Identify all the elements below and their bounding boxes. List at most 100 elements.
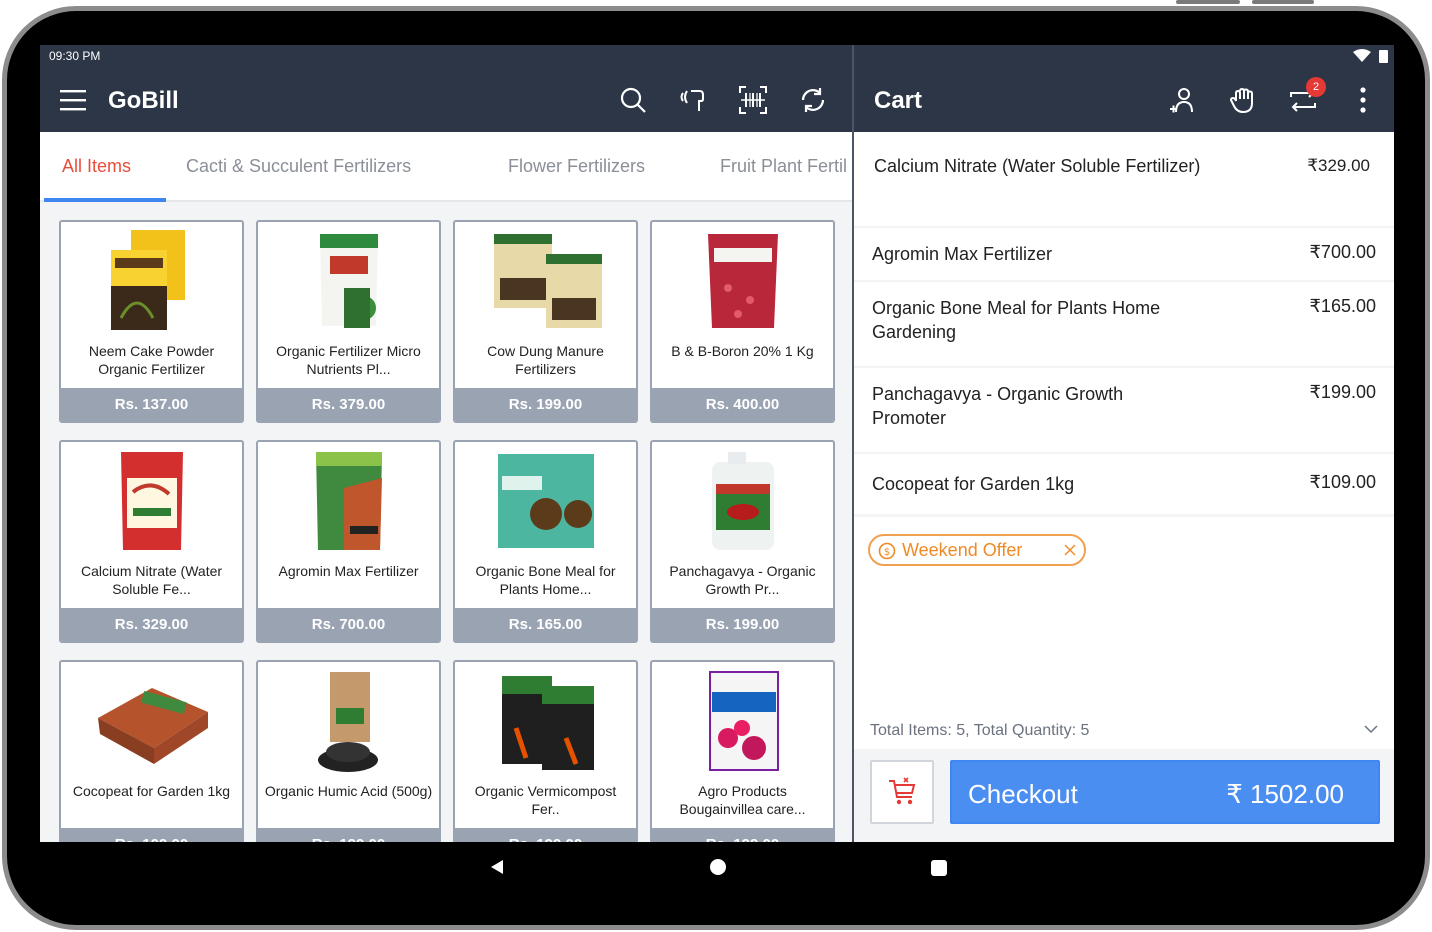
status-time: 09:30 PM <box>49 49 101 63</box>
svg-text:$: $ <box>884 547 890 558</box>
product-price: Rs. 165.00 <box>455 608 636 641</box>
checkout-amount: ₹ 1502.00 <box>1226 779 1344 809</box>
clear-cart-button[interactable] <box>870 760 934 824</box>
product-price: Rs. 137.00 <box>61 388 242 421</box>
cart-item-name: Agromin Max Fertilizer <box>872 244 1053 264</box>
product-price: Rs. 379.00 <box>258 388 439 421</box>
back-icon[interactable] <box>490 859 504 875</box>
hand-icon <box>1229 87 1253 114</box>
product-price: Rs. 199.00 <box>652 828 833 842</box>
home-icon[interactable] <box>709 858 727 876</box>
cart-item-price: ₹165.00 <box>1309 296 1376 316</box>
product-price: Rs. 199.00 <box>455 828 636 842</box>
menu-icon[interactable] <box>60 89 88 111</box>
product-price: Rs. 199.00 <box>652 608 833 641</box>
product-card[interactable]: Agromin Max Fertilizer Rs. 700.00 <box>256 440 441 643</box>
barcode-scan-button[interactable] <box>738 85 768 115</box>
tab-cacti-succulent[interactable]: Cacti & Succulent Fertilizers <box>186 156 411 177</box>
product-price: Rs. 329.00 <box>61 608 242 641</box>
product-name: Cocopeat for Garden 1kg <box>72 783 231 799</box>
close-icon[interactable] <box>1064 544 1076 556</box>
product-name: Agromin Max Fertilizer <box>278 563 419 579</box>
recents-icon[interactable] <box>930 859 948 877</box>
held-orders-badge: 2 <box>1306 77 1326 97</box>
product-image <box>455 666 636 774</box>
checkout-label: Checkout <box>968 779 1078 809</box>
cart-panel: Calcium Nitrate (Water Soluble Fertilize… <box>854 132 1394 842</box>
device-button <box>1252 0 1314 4</box>
product-image <box>652 666 833 774</box>
product-card[interactable]: Agro Products Bougainvillea care... Rs. … <box>650 660 835 842</box>
product-card[interactable]: Calcium Nitrate (Water Soluble Fe... Rs.… <box>59 440 244 643</box>
active-tab-indicator <box>44 198 166 202</box>
search-button[interactable] <box>618 85 648 115</box>
held-orders-button[interactable]: 2 <box>1288 77 1326 115</box>
product-card[interactable]: Organic Vermicompost Fer.. Rs. 199.00 <box>453 660 638 842</box>
cart-item-name: Organic Bone Meal for Plants Home Garden… <box>872 298 1161 342</box>
tab-all-items[interactable]: All Items <box>62 156 131 177</box>
offer-chip[interactable]: $ Weekend Offer <box>868 534 1086 566</box>
product-image <box>652 446 833 554</box>
product-card[interactable]: Organic Humic Acid (500g) Rs. 199.00 <box>256 660 441 842</box>
barcode-scan-icon <box>739 86 767 114</box>
navigation-bar <box>40 842 1394 892</box>
product-image <box>455 226 636 334</box>
offer-label: Weekend Offer <box>902 540 1023 560</box>
voice-search-button[interactable] <box>678 85 708 115</box>
product-card[interactable]: Cow Dung Manure Fertilizers Rs. 199.00 <box>453 220 638 423</box>
more-options-button[interactable] <box>1348 85 1378 115</box>
product-card[interactable]: Panchagavya - Organic Growth Pr... Rs. 1… <box>650 440 835 643</box>
cart-item[interactable]: Calcium Nitrate (Water Soluble Fertilize… <box>854 132 1394 226</box>
product-card[interactable]: Cocopeat for Garden 1kg Rs. 109.00 <box>59 660 244 842</box>
product-price: Rs. 199.00 <box>258 828 439 842</box>
cart-item-name: Cocopeat for Garden 1kg <box>872 474 1075 494</box>
add-customer-button[interactable] <box>1168 85 1198 115</box>
product-price: Rs. 199.00 <box>455 388 636 421</box>
product-price: Rs. 400.00 <box>652 388 833 421</box>
product-name: Organic Humic Acid (500g) <box>264 783 433 799</box>
product-image <box>258 446 439 554</box>
product-name: Agro Products Bougainvillea care... <box>679 783 806 817</box>
cart-item-price: ₹199.00 <box>1309 382 1376 402</box>
voice-command-icon <box>680 90 704 111</box>
product-image <box>455 446 636 554</box>
product-image <box>61 226 242 334</box>
refresh-button[interactable] <box>798 85 828 115</box>
cart-item[interactable]: Cocopeat for Garden 1kg ₹109.00 <box>854 454 1394 514</box>
chevron-down-icon[interactable] <box>1364 724 1378 734</box>
product-price: Rs. 700.00 <box>258 608 439 641</box>
product-card[interactable]: B & B-Boron 20% 1 Kg Rs. 400.00 <box>650 220 835 423</box>
product-price: Rs. 109.00 <box>61 828 242 842</box>
product-name: Calcium Nitrate (Water Soluble Fe... <box>80 563 223 597</box>
tab-fruit-plant[interactable]: Fruit Plant Fertil <box>720 156 847 177</box>
battery-icon <box>1379 50 1388 63</box>
cart-item-price: ₹329.00 <box>1307 156 1370 175</box>
wifi-icon <box>1353 49 1371 62</box>
product-image <box>61 666 242 774</box>
product-card[interactable]: Neem Cake Powder Organic Fertilizer Rs. … <box>59 220 244 423</box>
cart-item[interactable]: Panchagavya - Organic Growth Promoter ₹1… <box>854 368 1394 452</box>
cart-title: Cart <box>874 87 923 114</box>
product-name: Organic Vermicompost Fer.. <box>474 783 617 817</box>
cart-item[interactable]: Organic Bone Meal for Plants Home Garden… <box>854 282 1394 366</box>
cart-app-bar: Cart 2 <box>854 67 1394 132</box>
screen: 09:30 PM GoBill Cart 2 All Items Cacti &… <box>40 45 1394 842</box>
cart-remove-icon <box>889 777 916 805</box>
product-image <box>258 666 439 774</box>
tab-flower-fertilizers[interactable]: Flower Fertilizers <box>508 156 645 177</box>
product-name: Organic Bone Meal for Plants Home... <box>475 563 616 597</box>
category-tabs: All Items Cacti & Succulent Fertilizers … <box>40 132 852 202</box>
cart-item[interactable]: Agromin Max Fertilizer ₹700.00 <box>854 228 1394 280</box>
product-card[interactable]: Organic Bone Meal for Plants Home... Rs.… <box>453 440 638 643</box>
product-card[interactable]: Organic Fertilizer Micro Nutrients Pl...… <box>256 220 441 423</box>
product-name: Organic Fertilizer Micro Nutrients Pl... <box>276 343 421 377</box>
hold-cart-button[interactable] <box>1228 85 1258 115</box>
add-user-icon <box>1170 88 1193 113</box>
checkout-button[interactable]: Checkout ₹ 1502.00 <box>950 760 1380 824</box>
status-bar: 09:30 PM <box>40 45 1394 67</box>
cart-totals: Total Items: 5, Total Quantity: 5 <box>870 722 1090 739</box>
product-name: Neem Cake Powder Organic Fertilizer <box>88 343 215 377</box>
app-title: GoBill <box>108 87 179 114</box>
cart-item-price: ₹700.00 <box>1309 242 1376 262</box>
device-button <box>1176 0 1240 4</box>
